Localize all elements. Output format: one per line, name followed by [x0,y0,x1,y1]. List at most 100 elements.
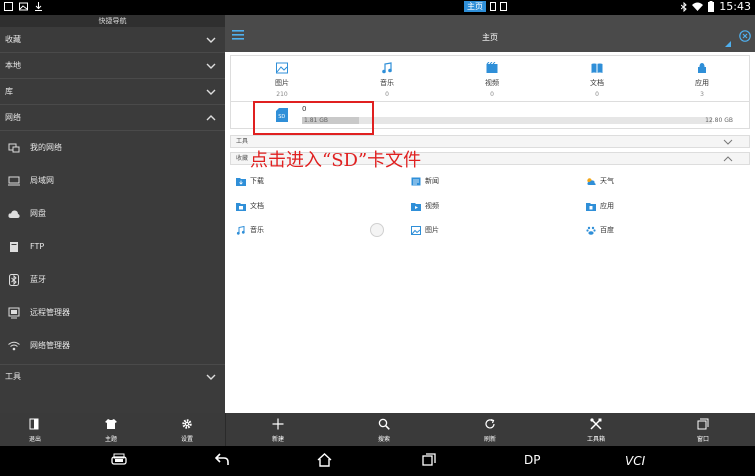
toolbar-label: 退出 [28,436,41,443]
category-count: 3 [700,91,704,98]
refresh-button[interactable]: 刷新 [470,418,510,443]
exit-button[interactable]: 退出 [15,418,55,443]
gear-icon [182,419,192,429]
corner-indicator-icon [725,41,731,47]
sidebar-item-remote-manager[interactable]: 远程管理器 [0,296,225,329]
section-label: 收藏 [236,155,249,162]
favorite-images[interactable]: 图片 [411,225,439,235]
loading-spinner [370,223,384,237]
download-folder-icon [236,177,246,186]
sidebar: 快捷导航 收藏 本地 库 网络 我的网络 局域网 网盘 FTP 蓝牙 远程管理器 [0,15,225,413]
toolbar-label: 工具箱 [586,436,605,443]
car-diagnostic-icon[interactable] [111,453,127,467]
category-apps[interactable]: 应用 3 [672,62,732,98]
sidebar-section-network[interactable]: 网络 [0,105,225,131]
chevron-up-icon [206,115,216,121]
plus-icon [272,418,284,430]
sidebar-item-network-manager[interactable]: 网络管理器 [0,329,225,362]
chevron-down-icon [206,37,216,43]
clock: 15:43 [719,0,751,13]
favorite-label: 视频 [425,202,439,210]
sidebar-item-label: 我的网络 [30,143,62,152]
main-panel: 主页 图片 210 音乐 0 视频 0 文档 0 应用 3 SD 0 1.81 … [225,15,755,413]
notification-icon [4,2,13,11]
home-status-pill: 主页 [464,1,486,12]
toolbar-label: 搜索 [377,436,390,443]
my-network-icon [7,141,21,155]
sidebar-section-library[interactable]: 库 [0,79,225,105]
refresh-icon [485,418,495,429]
favorite-label: 文档 [250,202,264,210]
favorite-label: 天气 [600,177,614,185]
category-count: 0 [595,91,599,98]
chevron-down-icon [206,63,216,69]
toolbox-button[interactable]: 工具箱 [576,418,616,443]
favorite-news[interactable]: 新闻 [411,176,439,186]
ftp-icon [7,240,21,254]
chevron-up-icon [723,156,733,162]
favorite-label: 新闻 [425,177,439,185]
favorite-label: 应用 [600,202,614,210]
back-icon[interactable] [215,453,229,466]
sidebar-item-label: 网盘 [30,209,46,218]
top-bar: 主页 [225,15,755,52]
annotation-text: 点击进入“SD”卡文件 [250,150,422,171]
recent-apps-icon[interactable] [422,453,436,466]
new-button[interactable]: 新建 [258,418,298,443]
category-label: 音乐 [380,79,394,87]
sidebar-section-label: 本地 [5,61,21,70]
storage-total: 12.80 GB [705,117,733,124]
category-count: 0 [385,91,389,98]
category-video[interactable]: 视频 0 [462,61,522,98]
sidebar-section-local[interactable]: 本地 [0,53,225,79]
theme-button[interactable]: 主题 [91,418,131,443]
favorite-baidu[interactable]: 百度 [586,225,614,235]
wifi-status-icon [692,2,704,11]
sidebar-item-my-network[interactable]: 我的网络 [0,131,225,164]
lan-icon [7,174,21,188]
sidebar-item-ftp[interactable]: FTP [0,230,225,263]
news-icon [411,177,421,185]
favorite-download[interactable]: 下载 [236,176,264,186]
favorite-apps[interactable]: 应用 [586,201,614,211]
toolbox-icon [590,418,602,430]
favorite-weather[interactable]: 天气 [586,176,614,186]
home-icon[interactable] [317,453,332,467]
sidebar-item-label: 蓝牙 [30,275,46,284]
category-count: 210 [276,91,288,98]
tablet-icon [500,2,507,11]
sidebar-section-favorites[interactable]: 收藏 [0,27,225,53]
favorite-documents[interactable]: 文档 [236,201,264,211]
toolbar-label: 新建 [271,436,284,443]
favorite-label: 下载 [250,177,264,185]
toolbar-divider [225,413,226,446]
dp-button[interactable]: DP [524,453,540,467]
toolbar-label: 刷新 [483,436,496,443]
sidebar-item-lan[interactable]: 局域网 [0,164,225,197]
sidebar-item-label: FTP [30,242,45,251]
close-icon[interactable] [739,30,751,42]
page-title: 主页 [482,33,498,42]
settings-button[interactable]: 设置 [167,418,207,443]
category-label: 文档 [590,79,604,87]
category-label: 应用 [695,79,709,87]
theme-icon [105,419,117,429]
chevron-down-icon [206,374,216,380]
category-music[interactable]: 音乐 0 [357,62,417,98]
sidebar-item-label: 局域网 [30,176,54,185]
favorite-video[interactable]: 视频 [411,201,439,211]
sidebar-item-cloud[interactable]: 网盘 [0,197,225,230]
vci-button[interactable]: VCI [625,454,645,468]
category-label: 图片 [275,79,289,87]
sidebar-section-label: 网络 [5,113,21,122]
favorite-music[interactable]: 音乐 [236,225,264,235]
category-documents[interactable]: 文档 0 [567,62,627,98]
bottom-toolbar: 退出 主题 设置 新建 搜索 刷新 工具箱 窗口 [0,413,755,446]
window-button[interactable]: 窗口 [683,418,723,443]
category-images[interactable]: 图片 210 [252,62,312,98]
sidebar-item-bluetooth[interactable]: 蓝牙 [0,263,225,296]
sidebar-section-label: 收藏 [5,35,21,44]
sidebar-section-tools[interactable]: 工具 [0,364,225,388]
video-icon [486,61,498,73]
search-button[interactable]: 搜索 [364,418,404,443]
